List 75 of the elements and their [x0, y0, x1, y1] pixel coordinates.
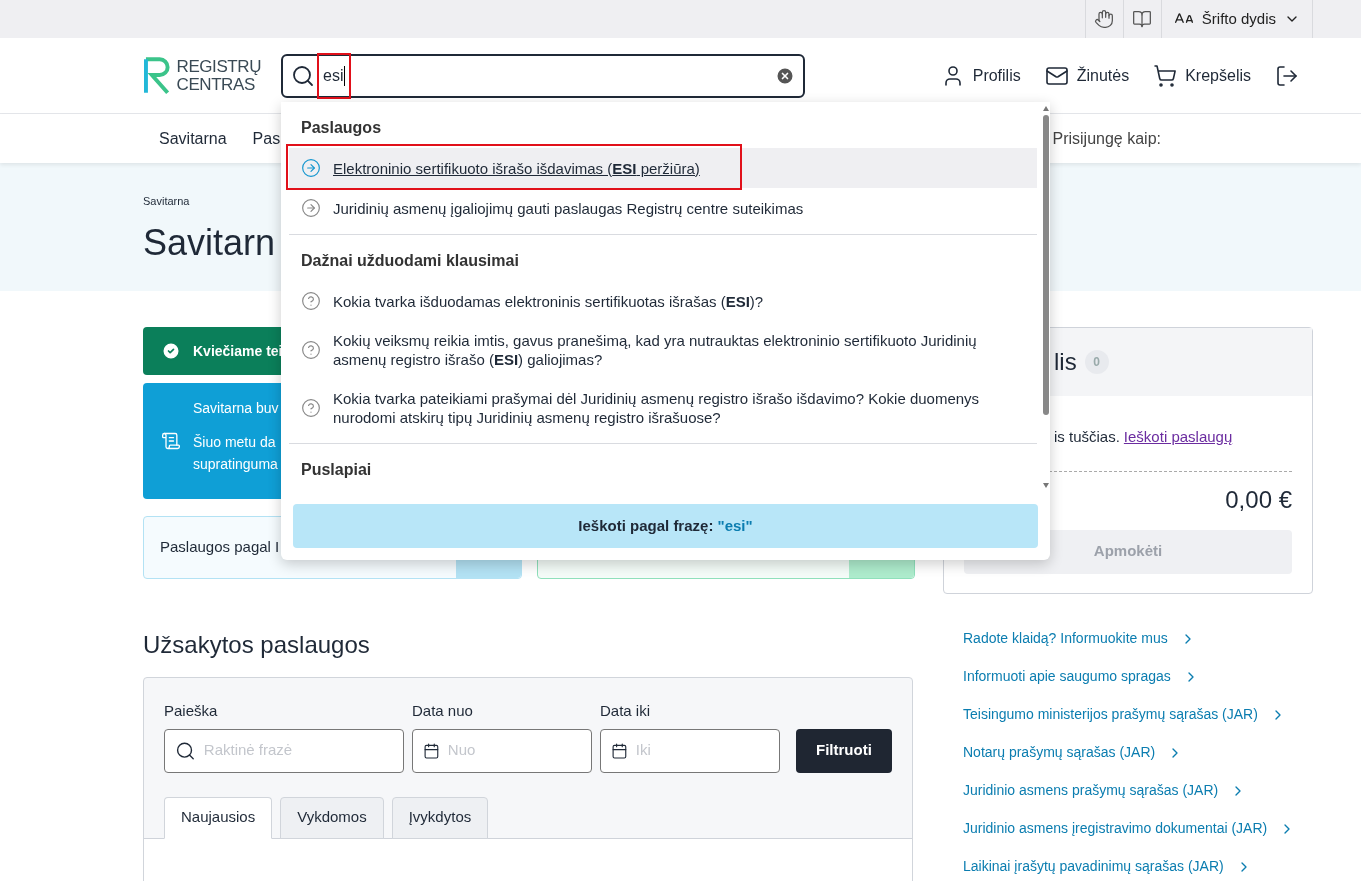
suggestion-text: Kokių veiksmų reikia imtis, gavus pranešimą, kad yra nutrauktas elektroninio sertifikuoto Juridinių asmenų registro išrašo (ESI) galiojimas?: [333, 331, 978, 369]
tab[interactable]: Naujausios: [164, 796, 273, 839]
cart-count-badge: 0: [1084, 350, 1109, 374]
filter-label: Data nuo: [412, 701, 474, 721]
menu-item[interactable]: Savitarna: [159, 126, 227, 151]
search-icon: [291, 63, 315, 88]
search-field[interactable]: Raktinė frazė: [164, 728, 404, 773]
calendar-icon: [611, 740, 628, 761]
date-field[interactable]: Nuo: [412, 728, 592, 773]
alert-text: Šiuo metu da: [193, 433, 277, 452]
related-link[interactable]: Radote klaidą? Informuokite mus: [963, 628, 1313, 649]
logout-link[interactable]: [1275, 63, 1299, 88]
filter-label: Data iki: [600, 701, 652, 721]
search-services-link[interactable]: Ieškoti paslaugų: [1123, 426, 1233, 449]
related-link[interactable]: Juridinio asmens įregistravimo dokumentai (JAR): [963, 818, 1313, 839]
book-icon[interactable]: [1132, 9, 1153, 29]
alert-text: Savitarna buv: [193, 399, 279, 418]
empty-cart-text: is tuščias.: [1054, 427, 1120, 447]
cart-link[interactable]: Krepšelis: [1153, 63, 1251, 88]
arrow-right-icon: [301, 158, 321, 178]
search-phrase-button[interactable]: Ieškoti pagal frazę: "esi": [293, 504, 1038, 548]
menu-item[interactable]: Pas: [252, 126, 281, 151]
section-heading: Puslapiai: [300, 460, 373, 480]
related-link[interactable]: Teisingumo ministerijos prašymų sąrašas (JAR): [963, 704, 1313, 725]
card-label: Paslaugos pagal I: [159, 537, 280, 558]
scroll-down-arrow-icon[interactable]: [1043, 483, 1049, 488]
suggestion-text: Juridinių asmenų įgaliojimų gauti paslaugas Registrų centre suteikimas: [333, 198, 804, 218]
alert-text: Kviečiame tei: [193, 341, 283, 361]
filter-button[interactable]: Filtruoti: [796, 728, 892, 773]
logo-icon: [143, 56, 173, 95]
filter-input[interactable]: Nuo: [447, 739, 581, 762]
scrollbar-thumb[interactable]: [1043, 115, 1049, 415]
suggestion-text: Kokia tvarka pateikiami prašymai dėl Juridinių asmenų registro išrašo išdavimo? Kokie duomenys nurodomi atskirų tipų Juridinių asmenų registro išrašuose?: [333, 389, 981, 427]
section-title: Užsakytos paslaugos: [143, 630, 371, 660]
suggestion-text: Kokia tvarka išduodamas elektroninis sertifikuotas išrašas (ESI)?: [333, 291, 764, 311]
cart-total: 0,00 €: [1225, 484, 1292, 515]
logo[interactable]: REGISTRŲ CENTRAS: [143, 56, 261, 95]
search-field[interactable]: esi: [281, 53, 805, 98]
tab[interactable]: Vykdomos: [280, 796, 384, 839]
date-field[interactable]: Iki: [600, 728, 780, 773]
question-icon: [301, 291, 321, 311]
alert-text: supratinguma: [193, 455, 279, 474]
related-link[interactable]: Notarų prašymų sąrašas (JAR): [963, 742, 1313, 763]
suggestion-text: Elektroninio sertifikuoto išrašo išdavimas (ESI peržiūra): [333, 158, 700, 178]
filter-input[interactable]: Raktinė frazė: [203, 739, 393, 762]
scroll-icon: [161, 431, 181, 451]
logo-text: CENTRAS: [176, 75, 255, 94]
tab[interactable]: Įvykdytos: [391, 796, 489, 839]
profile-link[interactable]: Profilis: [940, 63, 1021, 88]
filter-label: Paieška: [164, 701, 219, 721]
suggestion-item[interactable]: Kokia tvarka pateikiami prašymai dėl Juridinių asmenų registro išrašo išdavimo? Kokie duomenys nurodomi atskirų tipų Juridinių asmenų registro išrašuose?: [289, 379, 1037, 437]
login-label: Prisijungę kaip:: [1052, 128, 1161, 149]
related-link[interactable]: Juridinio asmens prašymų sąrašas (JAR): [963, 780, 1313, 801]
scroll-up-arrow-icon[interactable]: [1043, 106, 1049, 111]
accessibility-hand-icon[interactable]: [1094, 9, 1115, 29]
cart-icon[interactable]: [1153, 63, 1178, 88]
question-icon: [301, 340, 321, 360]
arrow-right-icon: [301, 198, 321, 218]
related-link[interactable]: Informuoti apie saugumo spragas: [963, 666, 1313, 687]
suggestion-item[interactable]: Kokia tvarka išduodamas elektroninis sertifikuotas išrašas (ESI)?: [289, 281, 1037, 321]
related-link[interactable]: Laikinai įrašytų pavadinimų sąrašas (JAR): [963, 856, 1313, 877]
calendar-icon: [423, 740, 440, 761]
filter-input[interactable]: Iki: [635, 739, 769, 762]
suggestion-item[interactable]: Juridinių asmenų įgaliojimų gauti paslaugas Registrų centre suteikimas: [289, 188, 1037, 228]
messages-link[interactable]: Žinutės: [1044, 63, 1130, 88]
cart-title: lis: [1054, 347, 1077, 377]
suggestion-item[interactable]: Kokių veiksmų reikia imtis, gavus pranešimą, kad yra nutrauktas elektroninio sertifikuoto Juridinių asmenų registro išrašo (ESI) galiojimas?: [289, 321, 1037, 379]
page-title: Savitarn: [143, 220, 276, 265]
section-heading: Paslaugos: [300, 118, 383, 138]
logo-text: REGISTRŲ: [176, 57, 261, 76]
font-size-button[interactable]: Šrifto dydis: [1161, 0, 1313, 38]
clear-icon[interactable]: [775, 65, 795, 86]
check-icon: [161, 341, 181, 361]
section-heading: Dažnai užduodami klausimai: [300, 251, 520, 271]
question-icon: [301, 398, 321, 418]
